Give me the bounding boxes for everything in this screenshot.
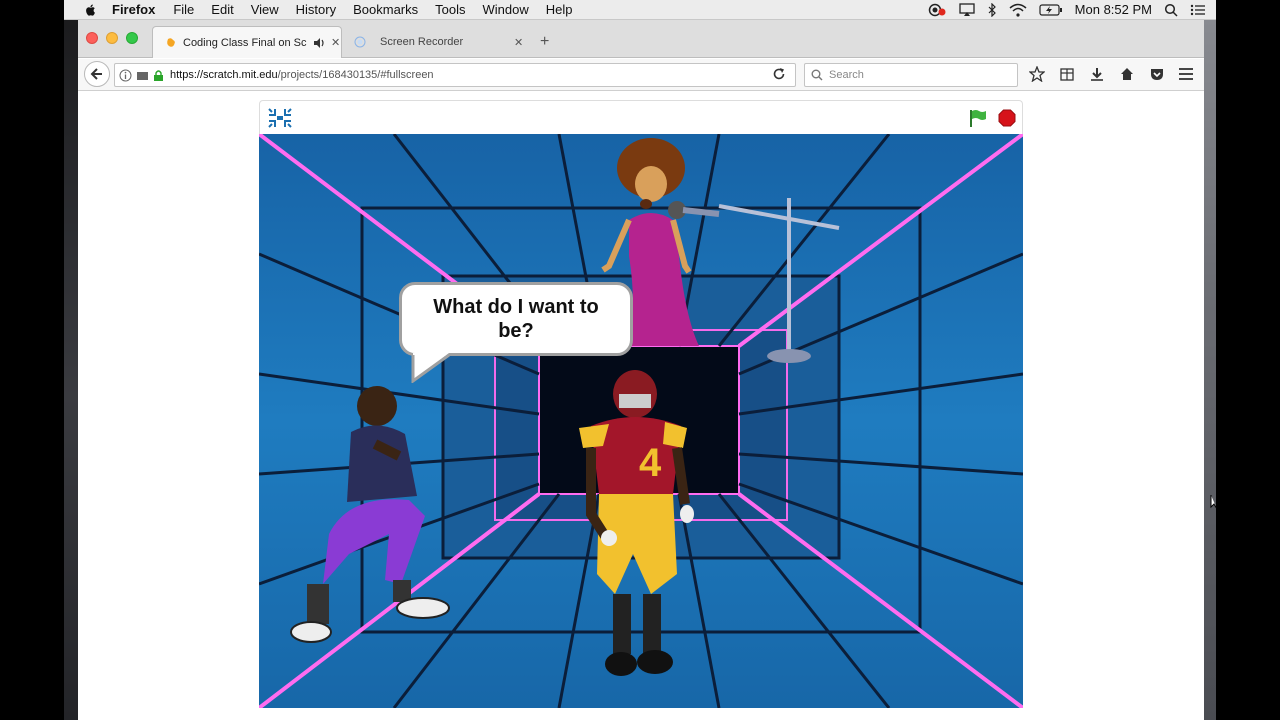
close-tab-icon[interactable]: ✕ [331,36,340,49]
tab-strip: Coding Class Final on Scr ✕ Screen Recor… [78,20,1204,58]
search-placeholder: Search [829,69,864,81]
menu-history[interactable]: History [296,2,336,17]
mac-menubar: Firefox File Edit View History Bookmarks… [64,0,1216,20]
menu-window[interactable]: Window [483,2,529,17]
tab-label: Screen Recorder [380,36,464,48]
scratch-favicon-icon [167,37,175,47]
back-button[interactable] [84,61,110,87]
menu-edit[interactable]: Edit [211,2,233,17]
bluetooth-icon[interactable] [987,2,997,17]
menubar-clock[interactable]: Mon 8:52 PM [1075,2,1152,17]
green-flag-icon[interactable] [968,108,988,128]
back-arrow-icon [90,68,102,80]
audio-playing-icon[interactable] [313,37,325,49]
sitting-person-sprite[interactable] [289,384,459,654]
screen-recorder-icon[interactable] [927,3,947,17]
mouse-cursor-icon [1210,495,1218,510]
speech-bubble-tail [411,353,450,383]
screen-border-right [1216,0,1280,720]
firefox-window: Coding Class Final on Scr ✕ Screen Recor… [78,20,1204,720]
search-icon [811,69,823,81]
stop-sign-icon[interactable] [998,109,1016,127]
reload-icon[interactable] [772,67,786,81]
hamburger-menu-icon[interactable] [1178,67,1194,81]
desktop-background-left [64,0,78,720]
home-icon[interactable] [1118,65,1136,83]
airplay-icon[interactable] [959,2,975,17]
scratch-stage[interactable]: What do I want to be? 4 [259,134,1023,708]
notification-center-icon[interactable] [1190,3,1206,17]
spotlight-search-icon[interactable] [1164,3,1178,17]
player-controls [259,100,1023,134]
info-icon[interactable] [119,69,132,82]
speech-bubble: What do I want to be? [399,282,633,356]
exit-fullscreen-icon[interactable] [268,108,292,128]
menu-tools[interactable]: Tools [435,2,465,17]
minimize-window-button[interactable] [106,32,118,44]
tab-screen-recorder[interactable]: Screen Recorder ✕ [344,26,524,58]
search-bar[interactable]: Search [804,63,1018,87]
menu-file[interactable]: File [173,2,194,17]
tab-label: Coding Class Final on Scr [183,36,307,49]
media-permission-icon[interactable] [136,69,149,82]
tab-coding-class-final[interactable]: Coding Class Final on Scr ✕ [152,26,342,58]
url-text[interactable]: https://scratch.mit.edu/projects/1684301… [170,69,434,81]
screen-recorder-favicon-icon [354,36,366,48]
url-path: /projects/168430135/#fullscreen [277,69,434,81]
wifi-icon[interactable] [1009,3,1027,17]
close-tab-icon[interactable]: ✕ [514,36,523,49]
football-player-sprite[interactable]: 4 [569,364,699,694]
scratch-player: What do I want to be? 4 [259,100,1023,708]
reading-list-icon[interactable] [1058,65,1076,83]
desktop-background-right [1204,0,1216,720]
secure-lock-icon[interactable] [153,69,164,82]
menu-help[interactable]: Help [546,2,573,17]
url-bar[interactable]: https://scratch.mit.edu/projects/1684301… [114,63,796,87]
page-content: What do I want to be? 4 [78,92,1204,720]
menu-app-name[interactable]: Firefox [112,2,155,17]
pocket-icon[interactable] [1148,65,1166,83]
screen-border-left [0,0,64,720]
navigation-toolbar: https://scratch.mit.edu/projects/1684301… [78,59,1204,91]
menu-view[interactable]: View [251,2,279,17]
bookmark-star-icon[interactable] [1028,65,1046,83]
url-host: https://scratch.mit.edu [170,69,278,81]
jersey-number-4: 4 [639,441,662,485]
downloads-icon[interactable] [1088,65,1106,83]
apple-icon[interactable] [84,3,98,17]
battery-icon[interactable] [1039,3,1063,16]
new-tab-button[interactable]: + [540,33,549,51]
zoom-window-button[interactable] [126,32,138,44]
close-window-button[interactable] [86,32,98,44]
menu-bookmarks[interactable]: Bookmarks [353,2,418,17]
